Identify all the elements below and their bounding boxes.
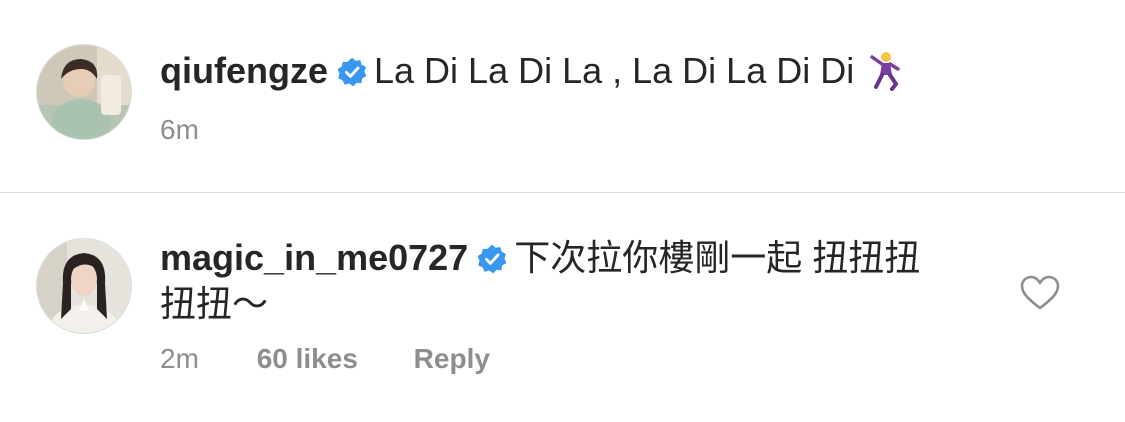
reply-button[interactable]: Reply (414, 343, 490, 375)
timestamp: 6m (160, 114, 199, 145)
avatar-image (37, 45, 131, 139)
verified-badge-icon (477, 244, 507, 274)
comment-meta: 2m 60 likes Reply (160, 343, 490, 375)
likes-count-button[interactable]: 60 likes (257, 343, 358, 375)
verified-badge-icon (337, 57, 367, 87)
comment-2: magic_in_me0727 下次拉你樓剛一起 扭扭扭扭扭～ 2m 60 li… (0, 193, 1125, 422)
username[interactable]: magic_in_me0727 (160, 237, 468, 278)
avatar-image (37, 239, 131, 333)
comment-text-block: magic_in_me0727 下次拉你樓剛一起 扭扭扭扭扭～ (160, 235, 950, 327)
avatar[interactable] (37, 239, 131, 333)
comment-text-block: qiufengze La Di La Di La , La Di La Di D… (160, 48, 965, 94)
heart-outline-icon[interactable] (1020, 275, 1060, 311)
timestamp: 2m (160, 343, 199, 374)
dancer-emoji-icon (870, 52, 900, 91)
comment-1: qiufengze La Di La Di La , La Di La Di D… (0, 0, 1125, 192)
comment-meta: 6m (160, 114, 199, 146)
avatar[interactable] (37, 45, 131, 139)
comment-body: La Di La Di La , La Di La Di Di (374, 50, 855, 91)
username[interactable]: qiufengze (160, 50, 328, 91)
